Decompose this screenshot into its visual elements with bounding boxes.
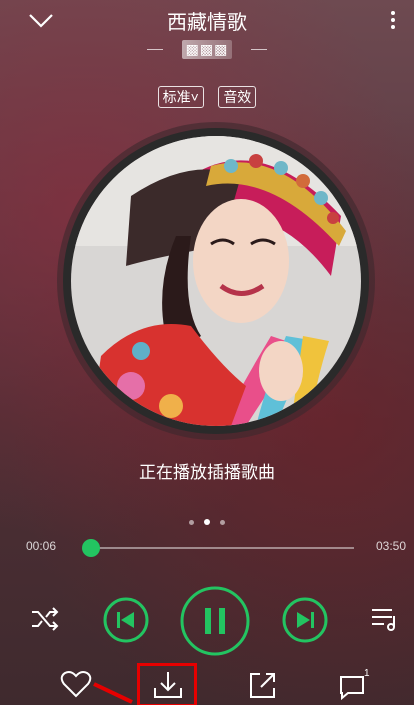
shuffle-icon[interactable] — [30, 606, 60, 632]
quality-button[interactable]: 标准˅ — [157, 86, 204, 108]
action-bar: 1 — [0, 662, 414, 705]
album-disc — [63, 128, 369, 434]
comment-count: 1 — [364, 668, 370, 679]
divider — [250, 49, 267, 50]
seek-knob[interactable] — [82, 539, 101, 557]
highlight-box — [137, 663, 197, 705]
audio-options: 标准˅ 音效 — [0, 86, 414, 108]
effect-button[interactable]: 音效 — [218, 86, 257, 108]
heart-icon[interactable] — [60, 670, 92, 698]
share-icon[interactable] — [248, 670, 278, 700]
elapsed-time: 00:06 — [26, 539, 57, 553]
page-dot[interactable] — [189, 520, 194, 525]
comment-button[interactable]: 1 — [338, 668, 378, 702]
previous-icon[interactable] — [103, 597, 149, 643]
top-bar: 西藏情歌 — [0, 0, 414, 40]
pause-icon[interactable] — [180, 586, 250, 656]
page-dot-active[interactable] — [204, 519, 210, 525]
player-screen: 西藏情歌 ▩▩▩ 标准˅ 音效 正在播放插播歌曲 00:06 03:50 1 — [0, 0, 414, 705]
playlist-icon[interactable] — [370, 606, 400, 632]
artist-row: ▩▩▩ — [0, 40, 414, 64]
page-indicator — [0, 512, 414, 530]
artist-name[interactable]: ▩▩▩ — [181, 40, 233, 59]
progress-bar: 00:06 03:50 — [0, 535, 414, 559]
page-dot[interactable] — [220, 520, 225, 525]
arrow-icon — [93, 682, 133, 704]
now-playing-text: 正在播放插播歌曲 — [139, 463, 275, 482]
comment-icon — [340, 676, 364, 700]
song-title: 西藏情歌 — [167, 12, 247, 34]
chevron-down-icon: ˅ — [190, 89, 199, 105]
album-cover — [71, 136, 361, 426]
duration-time: 03:50 — [375, 539, 406, 553]
divider — [147, 49, 164, 50]
seek-track[interactable] — [82, 539, 354, 557]
more-icon[interactable] — [388, 8, 398, 32]
playback-controls — [0, 586, 414, 656]
next-icon[interactable] — [282, 597, 328, 643]
quality-label: 标准 — [162, 89, 191, 105]
